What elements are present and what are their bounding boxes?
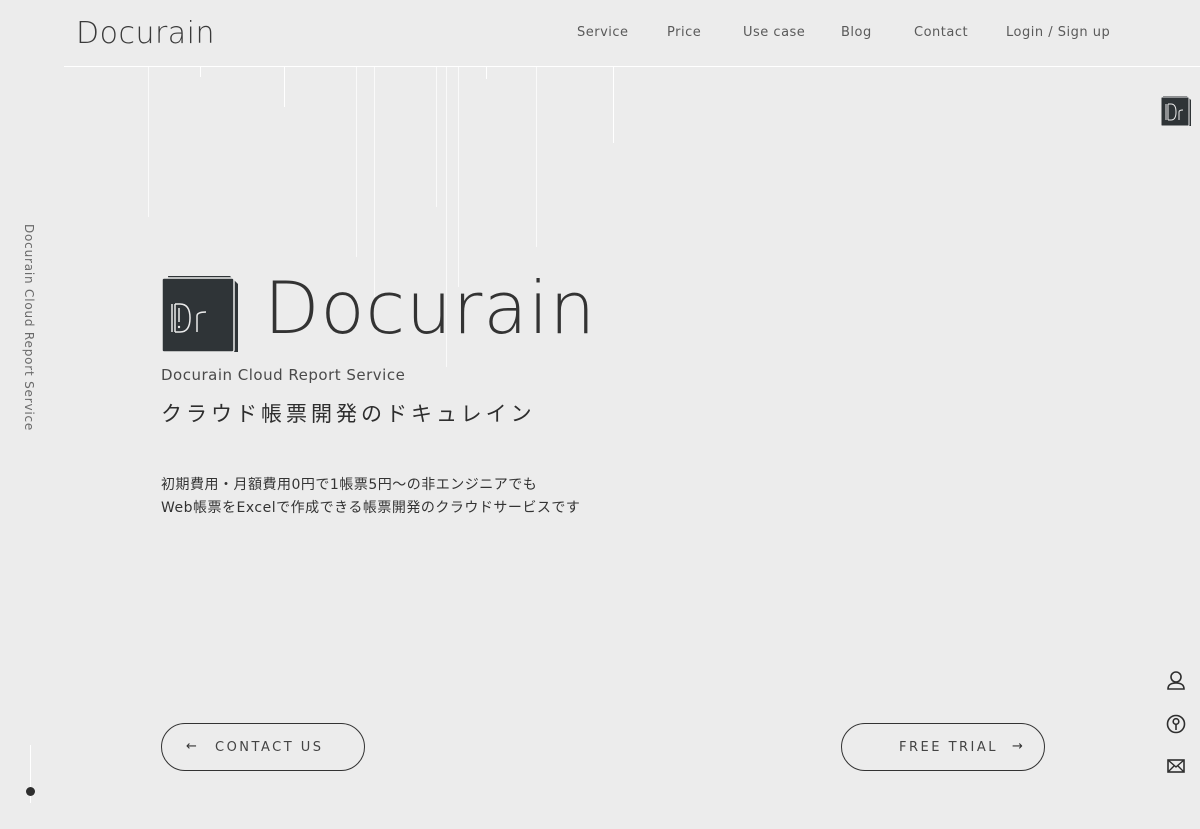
scroll-indicator-dot[interactable]: [26, 787, 35, 796]
key-icon[interactable]: [1165, 713, 1187, 735]
nav-contact[interactable]: Contact: [914, 25, 968, 40]
mail-icon[interactable]: [1165, 755, 1187, 777]
hero-wordmark: Docurain: [264, 266, 597, 350]
nav-price[interactable]: Price: [667, 25, 701, 40]
hero-description-line: Web帳票をExcelで作成できる帳票開発のクラウドサービスです: [161, 500, 581, 516]
main-nav: Service Price Use case Blog Contact Logi…: [0, 25, 1200, 45]
hero-tagline: クラウド帳票開発のドキュレイン: [161, 402, 536, 426]
header-divider: [64, 66, 1200, 67]
contact-us-button[interactable]: ← CONTACT US: [161, 723, 365, 771]
arrow-right-icon: →: [1012, 739, 1026, 754]
nav-use-case[interactable]: Use case: [743, 25, 805, 40]
hero-description: 初期費用・月額費用0円で1帳票5円〜の非エンジニアでも Web帳票をExcelで…: [161, 474, 580, 520]
hero-logo-mark: [161, 276, 238, 353]
docurain-mark-icon[interactable]: [1159, 94, 1193, 128]
nav-service[interactable]: Service: [577, 25, 629, 40]
vertical-service-label: Docurain Cloud Report Service: [22, 224, 36, 432]
nav-login-signup[interactable]: Login / Sign up: [1006, 25, 1110, 40]
user-icon[interactable]: [1165, 669, 1187, 691]
hero-subtitle: Docurain Cloud Report Service: [161, 366, 406, 384]
free-trial-button[interactable]: FREE TRIAL →: [841, 723, 1045, 771]
hero-description-line: 初期費用・月額費用0円で1帳票5円〜の非エンジニアでも: [161, 477, 538, 493]
nav-blog[interactable]: Blog: [841, 25, 872, 40]
free-trial-label: FREE TRIAL: [899, 740, 999, 755]
contact-us-label: CONTACT US: [215, 740, 324, 755]
arrow-left-icon: ←: [186, 739, 200, 754]
